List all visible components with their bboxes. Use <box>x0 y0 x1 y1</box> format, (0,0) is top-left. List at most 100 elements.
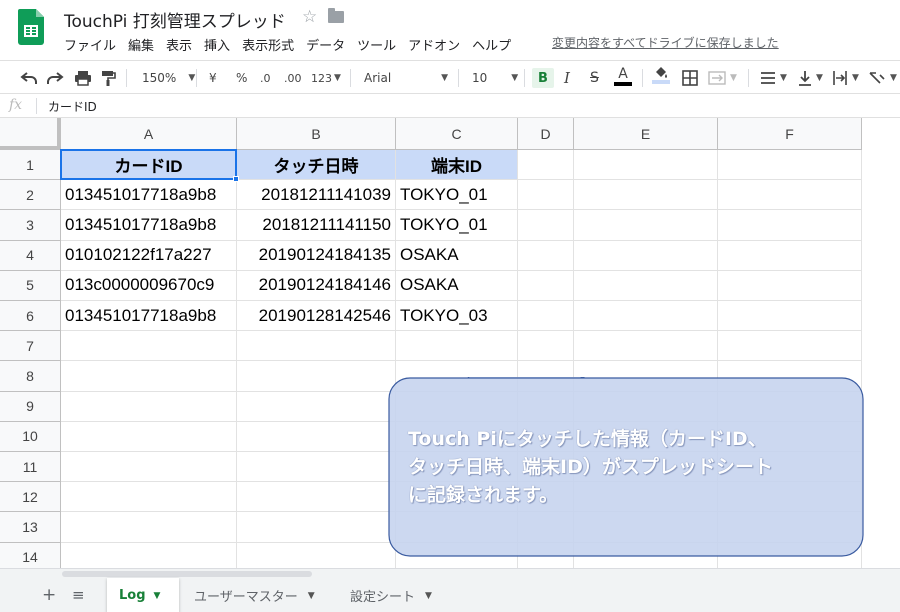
row-header-4[interactable]: 4 <box>0 240 61 271</box>
all-sheets-icon[interactable]: ≡ <box>72 586 85 604</box>
vertical-align-icon[interactable]: ▼ <box>798 68 823 88</box>
row-header-8[interactable]: 8 <box>0 361 61 392</box>
cell-f3[interactable] <box>718 210 862 241</box>
column-header-e[interactable]: E <box>574 118 718 150</box>
cell-b9[interactable] <box>237 391 396 422</box>
table-cell[interactable]: 013c0000009670c9 <box>61 270 237 301</box>
fill-color-icon[interactable] <box>652 66 670 90</box>
tab-user-master[interactable]: ユーザーマスター ▼ <box>182 578 327 612</box>
cell-d3[interactable] <box>518 210 574 241</box>
font-select[interactable]: Arial ▼ <box>364 68 448 88</box>
table-cell[interactable]: 20181211141150 <box>237 210 396 241</box>
horizontal-align-icon[interactable]: ▼ <box>760 68 787 88</box>
table-cell[interactable]: 013451017718a9b8 <box>61 180 237 211</box>
cell-d7[interactable] <box>518 331 574 362</box>
row-header-12[interactable]: 12 <box>0 482 61 513</box>
more-formats-select[interactable]: 123 ▼ <box>311 68 341 88</box>
menu-data[interactable]: データ <box>306 35 345 54</box>
column-header-a[interactable]: A <box>61 118 237 150</box>
menu-file[interactable]: ファイル <box>64 35 116 54</box>
table-cell[interactable]: 20181211141039 <box>237 180 396 211</box>
cell-a10[interactable] <box>61 421 237 452</box>
borders-icon[interactable] <box>682 68 698 88</box>
chevron-down-icon[interactable]: ▼ <box>154 591 161 601</box>
menu-insert[interactable]: 挿入 <box>204 35 230 54</box>
menu-format[interactable]: 表示形式 <box>242 35 294 54</box>
column-header-d[interactable]: D <box>518 118 574 150</box>
currency-button[interactable]: ¥ <box>209 68 217 88</box>
cell-b7[interactable] <box>237 331 396 362</box>
table-cell[interactable]: TOKYO_03 <box>396 301 518 332</box>
cell-a8[interactable] <box>61 361 237 392</box>
menu-edit[interactable]: 編集 <box>128 35 154 54</box>
row-header-10[interactable]: 10 <box>0 421 61 452</box>
header-cell[interactable]: タッチ日時 <box>237 150 396 181</box>
cell-d4[interactable] <box>518 240 574 271</box>
cell-a7[interactable] <box>61 331 237 362</box>
percent-button[interactable]: % <box>236 68 247 88</box>
menu-help[interactable]: ヘルプ <box>472 35 511 54</box>
table-cell[interactable]: 013451017718a9b8 <box>61 301 237 332</box>
cell-d5[interactable] <box>518 270 574 301</box>
zoom-select[interactable]: 150% ▼ <box>142 68 195 88</box>
add-sheet-icon[interactable]: + <box>42 585 56 605</box>
cell-e1[interactable] <box>574 150 718 181</box>
document-title[interactable]: TouchPi 打刻管理スプレッド <box>64 7 286 32</box>
cell-d6[interactable] <box>518 301 574 332</box>
formula-input[interactable]: カードID <box>48 98 97 115</box>
cell-f6[interactable] <box>718 301 862 332</box>
font-size-select[interactable]: 10 ▼ <box>472 68 518 88</box>
cell-b11[interactable] <box>237 452 396 483</box>
cell-c7[interactable] <box>396 331 518 362</box>
cell-f4[interactable] <box>718 240 862 271</box>
table-cell[interactable]: TOKYO_01 <box>396 180 518 211</box>
table-cell[interactable]: 013451017718a9b8 <box>61 210 237 241</box>
chevron-down-icon[interactable]: ▼ <box>308 591 315 601</box>
column-header-f[interactable]: F <box>718 118 862 150</box>
tab-log[interactable]: Log ▼ <box>107 578 179 612</box>
paint-format-icon[interactable] <box>100 68 116 88</box>
text-rotation-icon[interactable]: ▼ <box>868 68 897 88</box>
row-header-2[interactable]: 2 <box>0 180 61 211</box>
row-header-11[interactable]: 11 <box>0 452 61 483</box>
tab-settings[interactable]: 設定シート ▼ <box>338 578 444 612</box>
cell-f1[interactable] <box>718 150 862 181</box>
table-cell[interactable]: 010102122f17a227 <box>61 240 237 271</box>
undo-icon[interactable] <box>20 68 38 88</box>
row-header-6[interactable]: 6 <box>0 301 61 332</box>
cell-a13[interactable] <box>61 512 237 543</box>
cell-d2[interactable] <box>518 180 574 211</box>
italic-button[interactable]: I <box>564 68 570 88</box>
star-icon[interactable]: ☆ <box>302 7 317 27</box>
increase-decimal-button[interactable]: .00 <box>284 68 302 88</box>
cell-a14[interactable] <box>61 542 237 568</box>
cell-d1[interactable] <box>518 150 574 181</box>
chevron-down-icon[interactable]: ▼ <box>425 591 432 601</box>
bold-button[interactable]: B <box>532 68 554 88</box>
print-icon[interactable] <box>74 68 92 88</box>
decrease-decimal-button[interactable]: .0 <box>260 68 271 88</box>
cell-a9[interactable] <box>61 391 237 422</box>
header-cell[interactable]: カードID <box>61 150 237 181</box>
row-header-3[interactable]: 3 <box>0 210 61 241</box>
save-status-link[interactable]: 変更内容をすべてドライブに保存しました <box>552 34 779 51</box>
row-header-1[interactable]: 1 <box>0 150 61 181</box>
cell-e5[interactable] <box>574 270 718 301</box>
menu-tools[interactable]: ツール <box>357 35 396 54</box>
horizontal-scrollbar[interactable] <box>62 571 312 577</box>
table-cell[interactable]: OSAKA <box>396 240 518 271</box>
folder-icon[interactable] <box>328 8 344 23</box>
menu-addons[interactable]: アドオン <box>408 35 460 54</box>
table-cell[interactable]: 20190124184146 <box>237 270 396 301</box>
sheets-logo-icon[interactable] <box>18 9 44 45</box>
column-header-c[interactable]: C <box>396 118 518 150</box>
row-header-7[interactable]: 7 <box>0 331 61 362</box>
row-header-13[interactable]: 13 <box>0 512 61 543</box>
cell-b13[interactable] <box>237 512 396 543</box>
cell-e3[interactable] <box>574 210 718 241</box>
text-wrap-icon[interactable]: ▼ <box>832 68 859 88</box>
redo-icon[interactable] <box>46 68 64 88</box>
table-cell[interactable]: OSAKA <box>396 270 518 301</box>
text-color-button[interactable]: A <box>614 66 632 90</box>
cell-a12[interactable] <box>61 482 237 513</box>
